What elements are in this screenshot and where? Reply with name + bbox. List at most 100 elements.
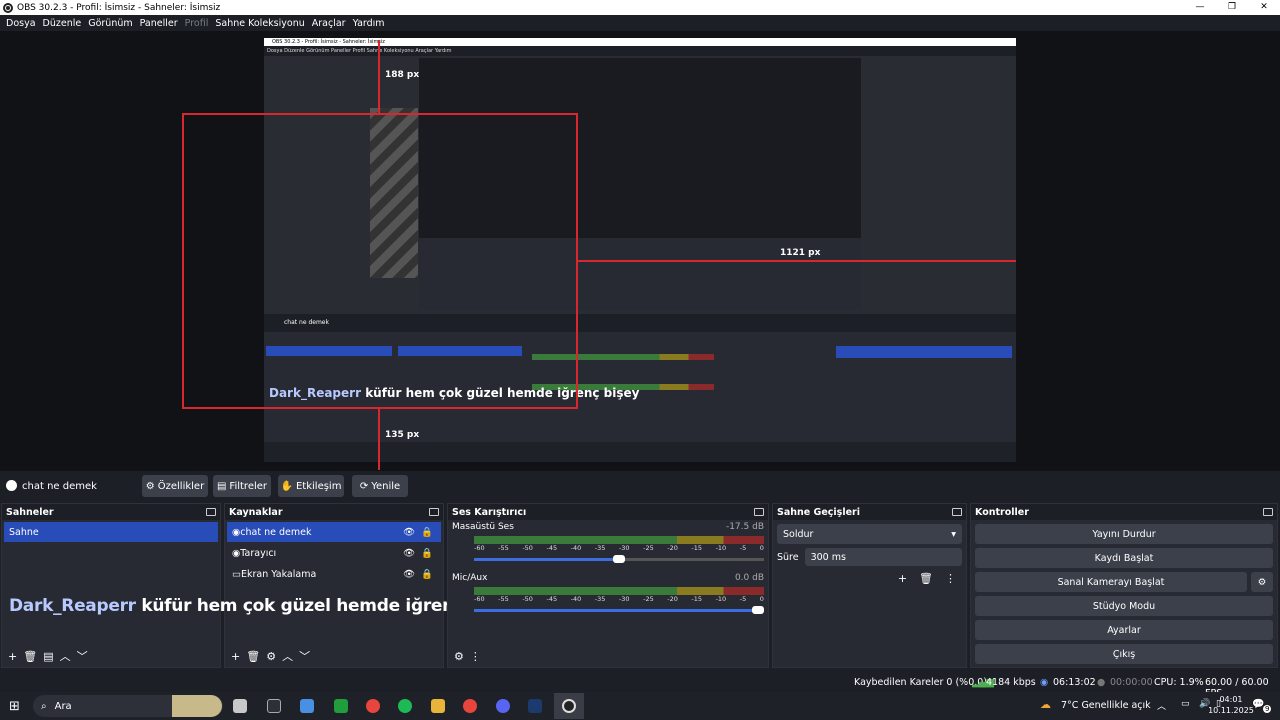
add-icon[interactable]: +	[8, 650, 17, 663]
clock-date[interactable]: 10.11.2025	[1204, 706, 1258, 715]
trash-icon[interactable]: 🗑	[23, 650, 37, 663]
scale-tick: 0	[759, 544, 764, 552]
menu-paneller[interactable]: Paneller	[140, 18, 178, 29]
add-icon[interactable]: +	[231, 650, 240, 663]
menu-duzenle[interactable]: Düzenle	[43, 18, 82, 29]
measure-guide-right	[578, 260, 1016, 262]
clock-time[interactable]: 04:01	[1204, 695, 1258, 704]
folder-icon[interactable]	[431, 699, 445, 713]
lock-icon[interactable]: 🔒	[421, 548, 433, 559]
arrow-up-icon[interactable]: ︿	[60, 648, 71, 664]
undock-icon[interactable]	[206, 508, 216, 516]
undock-icon[interactable]	[1263, 508, 1273, 516]
source-item[interactable]: ▭ Ekran Yakalama 👁 🔒	[227, 564, 441, 584]
scale-tick: -35	[594, 595, 606, 603]
arrow-down-icon[interactable]: ﹀	[299, 648, 310, 664]
monitor-icon: ▭	[232, 568, 241, 580]
maximize-icon[interactable]: ❐	[1216, 0, 1248, 15]
transitions-title: Sahne Geçişleri	[777, 506, 860, 518]
network-icon[interactable]: ▭	[1181, 699, 1190, 709]
more-icon[interactable]: ⋮	[945, 572, 956, 585]
scale-tick: -25	[643, 544, 654, 552]
selected-source-name: chat ne demek	[22, 480, 97, 492]
status-bar: Kaybedilen Kareler 0 (%0.0) ▂▄▆ 4184 kbp…	[0, 674, 1280, 699]
browser-source-icon	[6, 480, 17, 491]
source-item[interactable]: ◉ Tarayıcı 👁 🔒	[227, 543, 441, 563]
chrome-icon[interactable]	[366, 699, 380, 713]
mixer-channel: Mic/Aux 0.0 dB -60 -55 -50 -45 -40 -35 -30 -25 -2…	[452, 573, 764, 614]
chevron-up-icon[interactable]: ︿	[1157, 699, 1166, 712]
weather[interactable]: 7°C Genellikle açık	[1061, 700, 1151, 711]
scene-item[interactable]: Sahne	[4, 522, 218, 542]
minimize-icon[interactable]: —	[1184, 0, 1216, 15]
measure-guide-bottom	[378, 409, 380, 470]
menu-gorunum[interactable]: Görünüm	[88, 18, 132, 29]
start-record-button[interactable]: Kaydı Başlat	[975, 548, 1273, 568]
scale-tick: -5	[739, 544, 747, 552]
add-icon[interactable]: +	[898, 572, 907, 585]
arrow-up-icon[interactable]: ︿	[282, 648, 293, 664]
audio-mixer-dock: Ses Karıştırıcı Masaüstü Ses -17.5 dB -60…	[447, 503, 769, 668]
volume-slider[interactable]	[474, 555, 764, 563]
refresh-button[interactable]: ⟳ Yenile	[352, 475, 408, 497]
undock-icon[interactable]	[429, 508, 439, 516]
weather-icon: ☁	[1040, 698, 1051, 711]
spotify-icon[interactable]	[398, 699, 412, 713]
eye-icon[interactable]: 👁	[403, 548, 415, 559]
more-icon[interactable]: ⋮	[470, 650, 481, 663]
properties-button[interactable]: ⚙ Özellikler	[142, 475, 208, 497]
filter-icon[interactable]: ▤	[43, 650, 53, 663]
trash-icon[interactable]: 🗑	[919, 572, 933, 585]
inner-taskbar	[264, 442, 1016, 462]
transitions-dock: Sahne Geçişleri Soldur ▾ Süre 300 ms + 🗑 …	[772, 503, 967, 668]
discord-icon[interactable]	[496, 699, 510, 713]
steam-icon[interactable]	[528, 699, 542, 713]
bounding-box[interactable]	[182, 113, 578, 409]
menu-araclar[interactable]: Araçlar	[312, 18, 346, 29]
lock-icon[interactable]: 🔒	[421, 569, 433, 580]
scale-tick: -15	[691, 544, 703, 552]
meter-scale: -60 -55 -50 -45 -40 -35 -30 -25 -20 -15 -10 -5 0	[474, 544, 764, 552]
settings-button[interactable]: Ayarlar	[975, 620, 1273, 640]
store-icon[interactable]	[300, 699, 314, 713]
volume-meter	[474, 536, 764, 544]
scale-tick: -55	[498, 595, 509, 603]
undock-icon[interactable]	[952, 508, 962, 516]
gear-icon[interactable]: ⚙	[1251, 572, 1273, 592]
obs-taskbar-icon[interactable]	[562, 699, 576, 713]
filters-button[interactable]: ▤ Filtreler	[213, 475, 271, 497]
task-view-icon[interactable]	[233, 699, 247, 713]
mixer-title: Ses Karıştırıcı	[452, 506, 527, 518]
record-icon: ●	[1097, 677, 1106, 688]
menu-yardim[interactable]: Yardım	[353, 18, 385, 29]
menu-dosya[interactable]: Dosya	[6, 18, 36, 29]
gear-icon[interactable]: ⚙	[266, 650, 276, 663]
undock-icon[interactable]	[754, 508, 764, 516]
exit-button[interactable]: Çıkış	[975, 644, 1273, 664]
lock-icon[interactable]: 🔒	[421, 527, 433, 538]
transition-select[interactable]: Soldur ▾	[777, 524, 962, 544]
trash-icon[interactable]: 🗑	[246, 650, 260, 663]
interact-button[interactable]: ✋ Etkileşim	[278, 475, 344, 497]
menu-profil[interactable]: Profil	[185, 18, 209, 29]
scale-tick: -40	[570, 595, 582, 603]
volume-slider[interactable]	[474, 606, 764, 614]
source-item[interactable]: ◉ chat ne demek 👁 🔒	[227, 522, 441, 542]
chrome-icon-2[interactable]	[463, 699, 477, 713]
scenes-dock: Sahneler Sahne + 🗑 ▤ ︿ ﹀	[1, 503, 221, 668]
duration-input[interactable]: 300 ms	[804, 548, 962, 566]
windows-start-icon[interactable]: ⊞	[9, 699, 20, 714]
app-icon-1[interactable]	[267, 699, 281, 713]
stop-stream-button[interactable]: Yayını Durdur	[975, 524, 1273, 544]
eye-icon[interactable]: 👁	[403, 569, 415, 580]
xbox-icon[interactable]	[334, 699, 348, 713]
window-titlebar: OBS 30.2.3 - Profil: İsimsiz - Sahneler:…	[0, 0, 1280, 15]
eye-icon[interactable]: 👁	[403, 527, 415, 538]
gear-icon[interactable]: ⚙	[454, 650, 464, 663]
scale-tick: -30	[618, 544, 630, 552]
menu-sahne-koleksiyonu[interactable]: Sahne Koleksiyonu	[215, 18, 304, 29]
studio-mode-button[interactable]: Stüdyo Modu	[975, 596, 1273, 616]
close-icon[interactable]: ✕	[1248, 0, 1280, 15]
arrow-down-icon[interactable]: ﹀	[77, 648, 88, 664]
virtual-camera-button[interactable]: Sanal Kamerayı Başlat	[975, 572, 1247, 592]
